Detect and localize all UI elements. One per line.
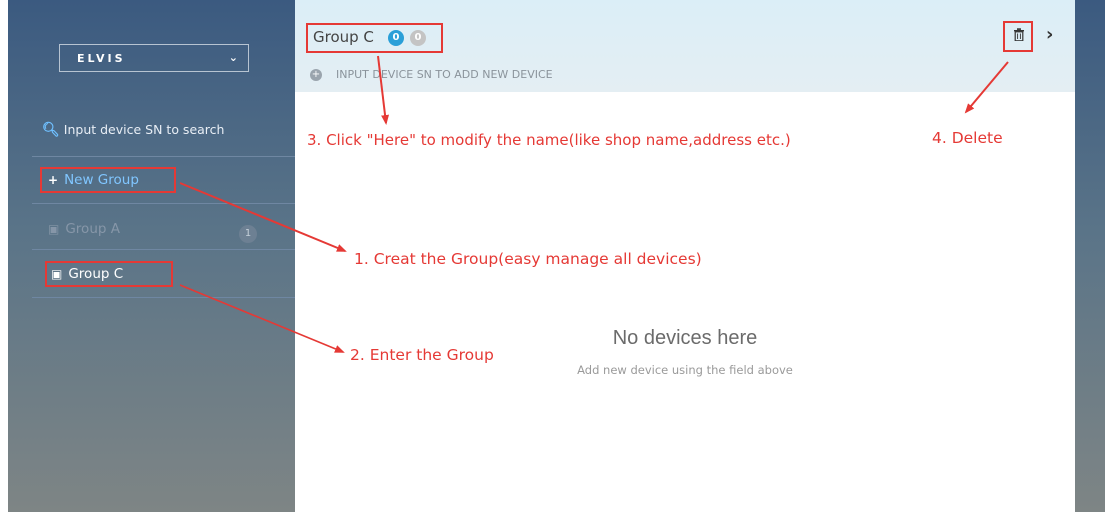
annotation-arrow-2 bbox=[179, 284, 345, 353]
annotation-arrow-4 bbox=[964, 61, 1009, 114]
annotation-step3: 3. Click "Here" to modify the name(like … bbox=[307, 131, 791, 149]
annotation-step4: 4. Delete bbox=[932, 129, 1003, 147]
annotation-arrow-1 bbox=[179, 182, 347, 252]
annotation-step1: 1. Creat the Group(easy manage all devic… bbox=[354, 250, 702, 268]
annotation-arrow-3 bbox=[377, 55, 390, 125]
annotation-step2: 2. Enter the Group bbox=[350, 346, 494, 364]
